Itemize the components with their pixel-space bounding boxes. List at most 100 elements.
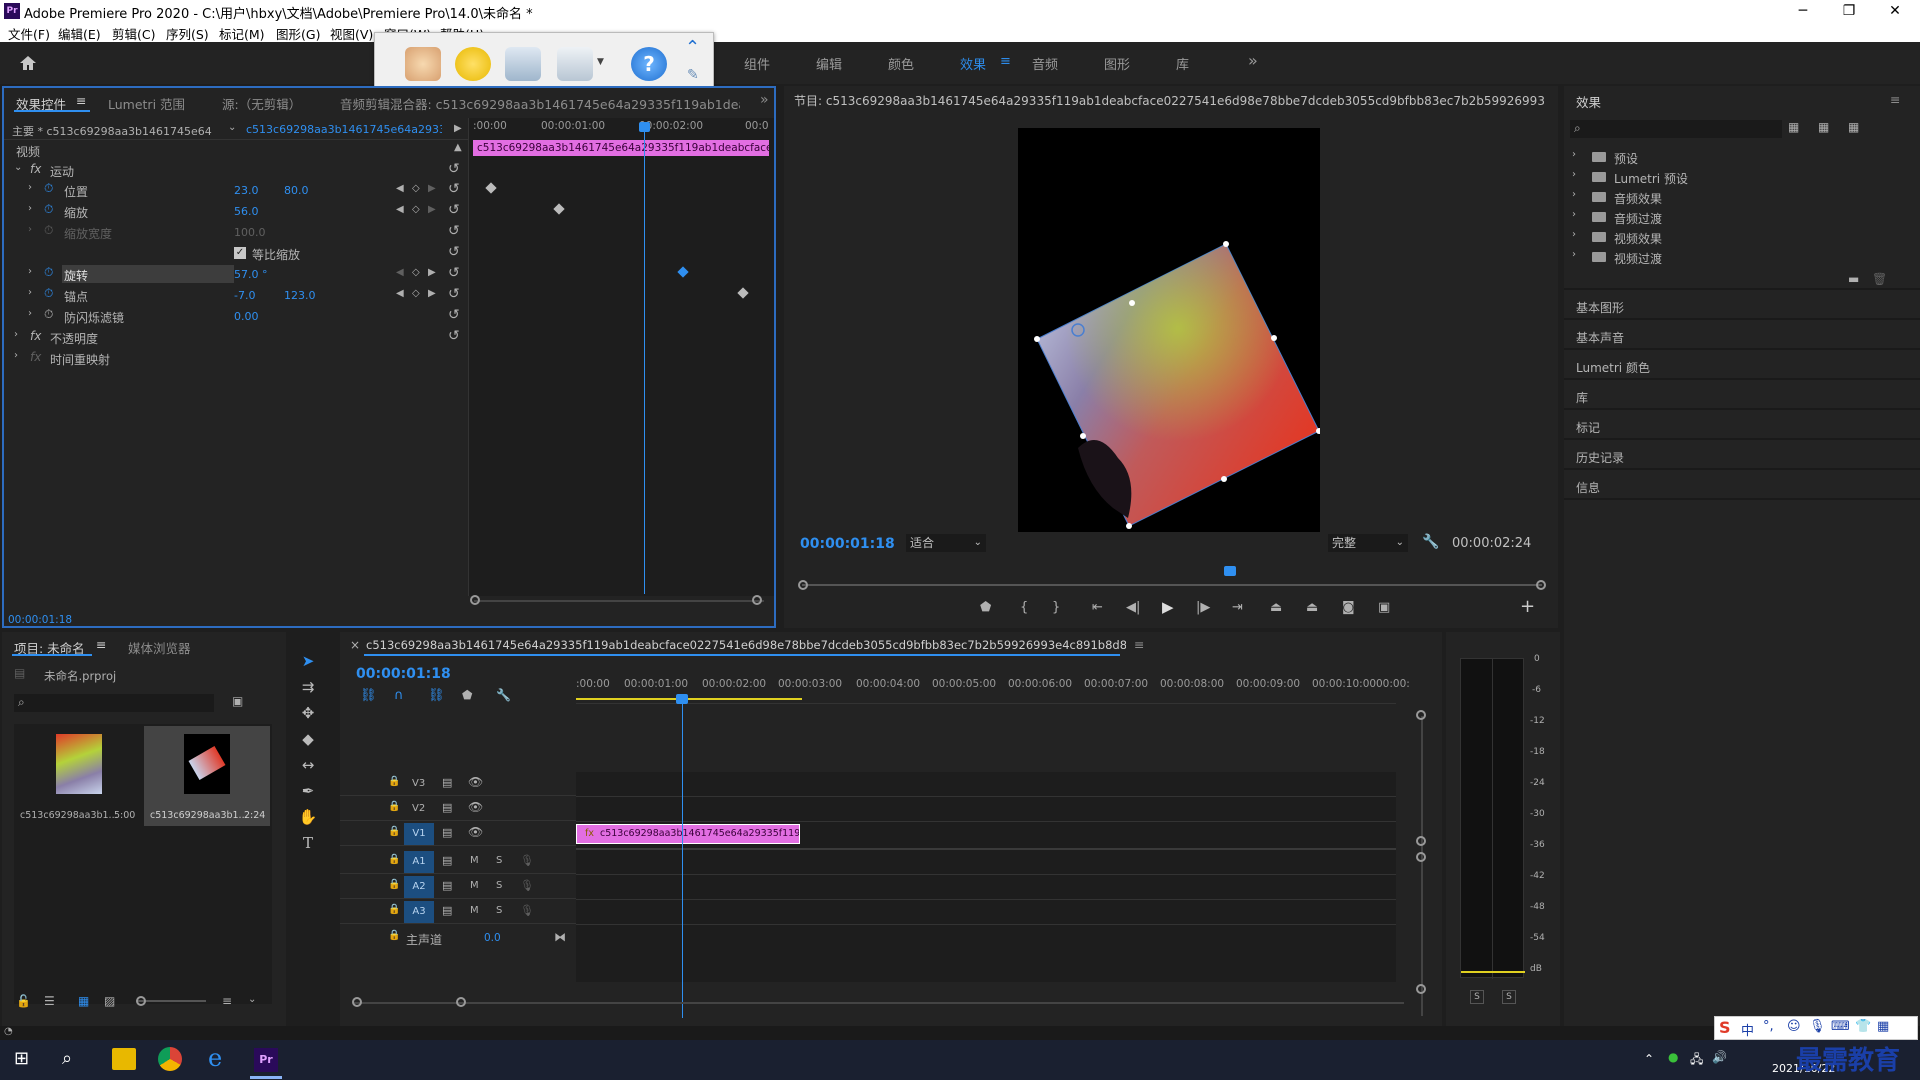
motion-expand-icon[interactable]: ⌄ [14, 162, 22, 173]
folder-video-effects[interactable]: › 视频效果 [1572, 228, 1912, 246]
track-target-a2[interactable]: A2 [404, 876, 434, 898]
clip-dropdown-icon[interactable]: ⌄ [228, 122, 236, 133]
prev-keyframe-icon[interactable]: ◀ [396, 204, 404, 215]
new-bin-icon[interactable]: ▬ [1848, 272, 1859, 286]
help-icon[interactable]: ? [631, 47, 667, 81]
ws-libraries[interactable]: 库 [1176, 54, 1189, 73]
panel-markers[interactable]: 标记 [1564, 412, 1920, 440]
sync-lock-icon[interactable]: ▤ [442, 776, 452, 789]
fx-badge-icon[interactable]: fx [30, 162, 41, 176]
mark-in-icon[interactable]: { [1020, 600, 1028, 615]
zoom-slider-handle[interactable] [136, 996, 146, 1006]
program-title[interactable]: 节目: c513c69298aa3b1461745e64a29335f119ab… [794, 92, 1544, 109]
h-scroll-handle-right[interactable] [456, 997, 466, 1007]
effects-search-input[interactable]: ⌕ [1570, 120, 1782, 138]
menu-view[interactable]: 视图(V) [330, 24, 373, 43]
play-icon[interactable]: ▶ [1162, 598, 1174, 616]
close-button[interactable]: ✕ [1872, 0, 1918, 22]
sequence-tab[interactable]: c513c69298aa3b1461745e64a29335f119ab1dea… [366, 638, 1126, 652]
type-tool-icon[interactable]: T [298, 834, 318, 856]
anchor-expand-icon[interactable]: › [28, 287, 32, 298]
rotation-value[interactable]: 57.0 ° [234, 268, 268, 281]
sequence-clip-link[interactable]: c513c69298aa3b1461745e64a29335f... [246, 123, 442, 136]
reset-uniform-icon[interactable]: ↺ [448, 244, 460, 260]
panel-info[interactable]: 信息 [1564, 472, 1920, 500]
reset-scale-width-icon[interactable]: ↺ [448, 223, 460, 239]
timeline-timecode[interactable]: 00:00:01:18 [356, 666, 451, 682]
zoom-dropdown-icon[interactable]: ▼ [597, 57, 604, 67]
folder-presets[interactable]: › 预设 [1572, 148, 1912, 166]
hand-icon[interactable] [405, 47, 441, 81]
lock-icon[interactable]: 🔒 [388, 776, 400, 787]
restore-button[interactable]: ❐ [1826, 0, 1872, 22]
list-view-icon[interactable]: ☰ [44, 994, 55, 1008]
zoom-slider[interactable] [136, 1000, 206, 1002]
tab-audio-clip-mixer[interactable]: 音频剪辑混合器: c513c69298aa3b1461745e64a29335f… [340, 94, 740, 113]
ec-zoom-handle-left[interactable] [470, 595, 480, 605]
effects-menu-icon[interactable]: ≡ [1890, 92, 1900, 107]
ime-skin-icon[interactable]: 👕 [1855, 1019, 1871, 1034]
menu-clip[interactable]: 剪辑(C) [112, 24, 155, 43]
compare-view-icon[interactable]: ▣ [1378, 600, 1390, 615]
v-scroll-handle[interactable] [1416, 710, 1426, 720]
next-keyframe-icon[interactable]: ▶ [428, 183, 436, 194]
selection-tool-icon[interactable]: ➤ [298, 652, 318, 674]
mark-out-icon[interactable]: } [1052, 600, 1060, 615]
program-timecode[interactable]: 00:00:01:18 [800, 536, 895, 552]
accelerated-effects-icon[interactable]: ▦ [1788, 120, 1799, 134]
ws-effects[interactable]: 效果 [960, 54, 986, 73]
v-scroll-handle[interactable] [1416, 852, 1426, 862]
nest-icon[interactable]: ⛓ [360, 688, 377, 703]
project-item[interactable]: c513c69298aa3b1... 5:00 [16, 726, 140, 826]
position-y-value[interactable]: 80.0 [284, 184, 309, 197]
anchor-stopwatch-icon[interactable]: ⏱ [44, 286, 53, 301]
delete-icon[interactable]: 🗑 [1872, 272, 1887, 286]
lock-icon[interactable]: 🔓 [16, 994, 31, 1008]
folder-lumetri-presets[interactable]: › Lumetri 预设 [1572, 168, 1912, 186]
prev-keyframe-icon[interactable]: ◀ [396, 288, 404, 299]
solo-right-button[interactable]: S [1502, 990, 1516, 1004]
mic-icon[interactable]: 🎙 [520, 904, 534, 917]
panel-history[interactable]: 历史记录 [1564, 442, 1920, 470]
lift-icon[interactable]: ⏏ [1270, 600, 1282, 615]
sync-lock-icon[interactable]: ▤ [442, 801, 452, 814]
freeform-view-icon[interactable]: ▨ [104, 994, 115, 1008]
project-item-selected[interactable]: c513c69298aa3b1... 2:24 [144, 726, 270, 826]
track-target-a1[interactable]: A1 [404, 851, 434, 873]
menu-sequence[interactable]: 序列(S) [166, 24, 209, 43]
menu-file[interactable]: 文件(F) [8, 24, 50, 43]
home-icon[interactable] [18, 54, 38, 72]
sogou-icon[interactable]: S [1719, 1018, 1731, 1037]
ripple-edit-tool-icon[interactable]: ✥ [298, 704, 318, 726]
32bit-effects-icon[interactable]: ▦ [1818, 120, 1829, 134]
ws-editing[interactable]: 编辑 [816, 54, 842, 73]
timeline-clip-v1[interactable]: fx c513c69298aa3b1461745e64a29335f119ab1d [576, 824, 800, 844]
ime-voice-icon[interactable]: 🎙 [1809, 1019, 1826, 1034]
mute-button[interactable]: M [470, 905, 479, 916]
anchor-x-value[interactable]: -7.0 [234, 289, 255, 302]
menu-marker[interactable]: 标记(M) [219, 24, 265, 43]
timeline-playhead-handle[interactable] [676, 694, 688, 704]
panel-overflow-icon[interactable]: » [760, 92, 769, 108]
add-button-icon[interactable]: + [1520, 596, 1535, 617]
reset-rotation-icon[interactable]: ↺ [448, 265, 460, 281]
eye-icon[interactable]: 👁 [468, 775, 483, 789]
eye-icon[interactable]: 👁 [468, 825, 483, 839]
scale-keyframe[interactable] [553, 203, 565, 215]
track-content-area[interactable]: fx c513c69298aa3b1461745e64a29335f119ab1d [576, 772, 1396, 982]
tab-media-browser[interactable]: 媒体浏览器 [128, 638, 191, 657]
file-explorer-icon[interactable] [112, 1048, 136, 1070]
ws-graphics[interactable]: 图形 [1104, 54, 1130, 73]
menu-graphics[interactable]: 图形(G) [276, 24, 320, 43]
ime-punct-icon[interactable]: °, [1763, 1019, 1774, 1034]
go-to-out-icon[interactable]: ⇥ [1232, 600, 1243, 615]
mute-button[interactable]: M [470, 855, 479, 866]
mic-icon[interactable]: 🎙 [520, 854, 534, 867]
v-scroll-handle[interactable] [1416, 836, 1426, 846]
position-x-value[interactable]: 23.0 [234, 184, 259, 197]
tray-arrow-icon[interactable]: ⌃ [1644, 1052, 1654, 1066]
tab-source[interactable]: 源:（无剪辑） [222, 94, 301, 113]
ec-playhead-handle[interactable] [639, 122, 650, 132]
windows-start-icon[interactable]: ⊞ [14, 1048, 29, 1069]
volume-icon[interactable]: 🔊 [1712, 1050, 1727, 1064]
